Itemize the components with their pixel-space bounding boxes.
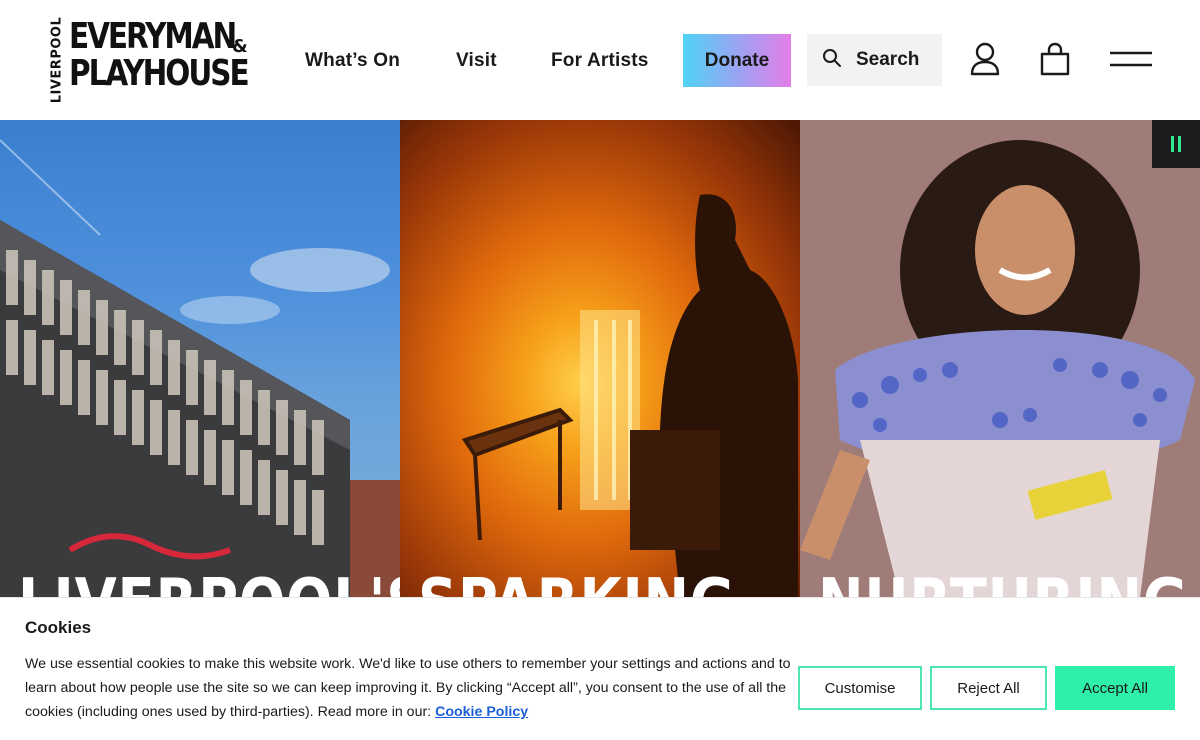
nav-for-artists[interactable]: For Artists xyxy=(551,50,649,72)
shopping-bag-icon xyxy=(1039,42,1071,81)
cookie-description: We use essential cookies to make this we… xyxy=(25,656,791,720)
hero-panel-performer[interactable]: NURTURING xyxy=(800,120,1200,598)
user-icon xyxy=(969,42,1001,81)
basket-button[interactable] xyxy=(1036,42,1074,80)
hero-word-2: SPARKING xyxy=(418,566,735,598)
performer-image xyxy=(800,120,1200,598)
cookie-policy-link[interactable]: Cookie Policy xyxy=(435,704,528,720)
accept-all-button[interactable]: Accept All xyxy=(1055,666,1175,710)
hamburger-menu-icon xyxy=(1109,49,1153,74)
carousel-pause-button[interactable] xyxy=(1152,120,1200,168)
building-image xyxy=(0,139,400,598)
logo-vertical-text: LIVERPOOL xyxy=(49,16,65,104)
hero-panel-stage[interactable]: SPARKING xyxy=(400,120,800,598)
menu-button[interactable] xyxy=(1106,46,1156,76)
nav-visit[interactable]: Visit xyxy=(456,50,497,72)
logo-line-1: EVERYMAN xyxy=(69,16,237,57)
hero-carousel: LIVERPOOL'S SPARKING xyxy=(0,120,1200,598)
logo-line-2: PLAYHOUSE xyxy=(69,53,250,94)
cookie-banner: Cookies We use essential cookies to make… xyxy=(0,597,1200,740)
cookie-text: We use essential cookies to make this we… xyxy=(25,652,795,724)
nav-whats-on[interactable]: What’s On xyxy=(305,50,400,72)
search-label: Search xyxy=(856,49,920,70)
cookie-title: Cookies xyxy=(25,618,92,637)
pause-icon xyxy=(1171,136,1181,152)
site-logo[interactable]: LIVERPOOL EVERYMAN & PLAYHOUSE xyxy=(48,16,250,104)
hero-word-1: LIVERPOOL'S xyxy=(18,566,400,598)
account-button[interactable] xyxy=(966,42,1004,80)
hero-word-3: NURTURING xyxy=(818,566,1188,598)
stage-image xyxy=(461,194,798,598)
search-icon xyxy=(822,48,842,73)
hero-panel-building[interactable]: LIVERPOOL'S xyxy=(0,120,400,598)
customise-button[interactable]: Customise xyxy=(798,666,922,710)
reject-all-button[interactable]: Reject All xyxy=(930,666,1047,710)
site-header: LIVERPOOL EVERYMAN & PLAYHOUSE What’s On… xyxy=(0,0,1200,120)
search-button[interactable]: Search xyxy=(807,34,942,86)
donate-button[interactable]: Donate xyxy=(683,34,791,87)
